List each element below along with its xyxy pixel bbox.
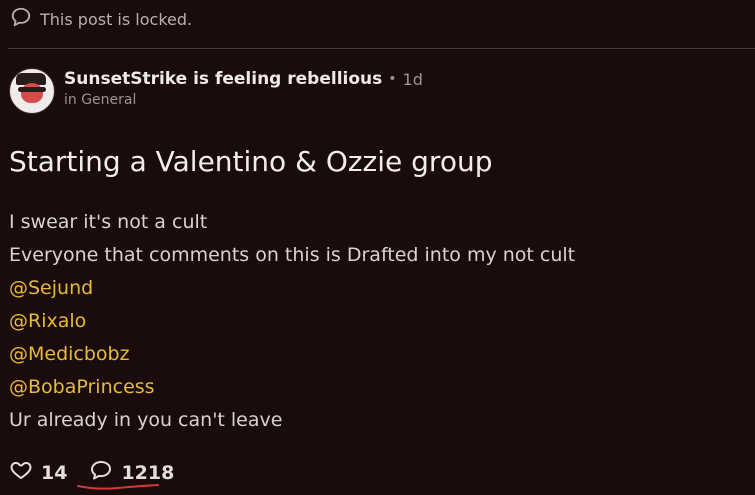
separator-dot: • <box>388 71 397 87</box>
heart-icon <box>9 458 33 487</box>
comment-count: 1218 <box>121 461 175 484</box>
like-button[interactable]: 14 <box>9 458 67 487</box>
mention-link[interactable]: @Medicbobz <box>9 338 575 371</box>
community-link[interactable]: in General <box>64 92 423 108</box>
post-time: 1d <box>402 69 423 89</box>
locked-notice: This post is locked. <box>10 6 192 32</box>
like-count: 14 <box>41 461 68 484</box>
body-line: Everyone that comments on this is Drafte… <box>9 244 576 266</box>
mention-link[interactable]: @BobaPrincess <box>9 371 575 404</box>
avatar[interactable] <box>9 68 55 114</box>
body-line: Ur already in you can't leave <box>9 409 283 431</box>
post-title: Starting a Valentino & Ozzie group <box>9 145 493 178</box>
divider <box>8 48 755 49</box>
post-header: SunsetStrike is feeling rebellious • 1d … <box>9 68 423 114</box>
comment-bubble-icon <box>10 6 32 32</box>
mention-link[interactable]: @Sejund <box>9 272 575 305</box>
comment-bubble-icon <box>89 458 113 487</box>
red-underline-annotation <box>77 484 159 490</box>
comment-button[interactable]: 1218 <box>89 458 174 487</box>
post-body: I swear it's not a cult Everyone that co… <box>9 206 575 437</box>
body-line: I swear it's not a cult <box>9 211 208 233</box>
locked-notice-text: This post is locked. <box>40 9 193 29</box>
post-actions: 14 1218 <box>9 458 174 487</box>
author-name[interactable]: SunsetStrike is feeling rebellious <box>64 69 382 89</box>
mention-link[interactable]: @Rixalo <box>9 305 575 338</box>
